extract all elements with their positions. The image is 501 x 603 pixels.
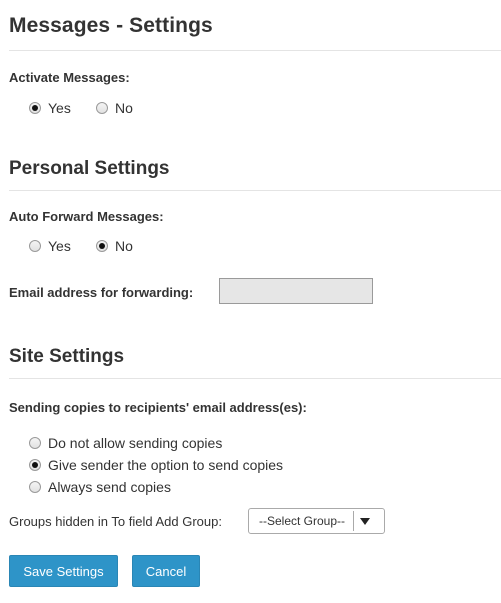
divider: [9, 50, 501, 51]
activate-yes-label: Yes: [48, 100, 71, 116]
cancel-button[interactable]: Cancel: [132, 555, 200, 587]
copies-sender-choice-label: Give sender the option to send copies: [48, 457, 284, 473]
activate-yes-option[interactable]: Yes: [29, 100, 71, 116]
copies-option-none[interactable]: Do not allow sending copies: [29, 435, 222, 451]
email-forward-label: Email address for forwarding:: [9, 285, 194, 300]
groups-hidden-label: Groups hidden in To field Add Group:: [9, 514, 222, 529]
divider: [9, 378, 501, 379]
copies-always-radio[interactable]: [29, 481, 41, 493]
activate-yes-radio[interactable]: [29, 102, 41, 114]
sending-copies-label: Sending copies to recipients' email addr…: [9, 400, 307, 415]
forward-no-label: No: [115, 238, 133, 254]
forward-no-option[interactable]: No: [96, 238, 133, 254]
forward-yes-option[interactable]: Yes: [29, 238, 71, 254]
personal-settings-heading: Personal Settings: [9, 158, 170, 179]
email-forward-input[interactable]: [219, 278, 373, 304]
site-settings-heading: Site Settings: [9, 346, 125, 367]
forward-yes-radio[interactable]: [29, 240, 41, 252]
copies-option-always[interactable]: Always send copies: [29, 479, 171, 495]
auto-forward-label: Auto Forward Messages:: [9, 209, 164, 224]
forward-yes-label: Yes: [48, 238, 71, 254]
group-select-value: --Select Group--: [259, 514, 346, 528]
copies-none-radio[interactable]: [29, 437, 41, 449]
save-settings-button[interactable]: Save Settings: [9, 555, 118, 587]
copies-sender-choice-radio[interactable]: [29, 459, 41, 471]
forward-no-radio[interactable]: [96, 240, 108, 252]
activate-no-radio[interactable]: [96, 102, 108, 114]
divider: [9, 190, 501, 191]
activate-no-option[interactable]: No: [96, 100, 133, 116]
chevron-down-icon[interactable]: [354, 517, 376, 525]
copies-option-sender-choice[interactable]: Give sender the option to send copies: [29, 457, 283, 473]
group-select[interactable]: --Select Group--: [248, 508, 385, 534]
activate-messages-label: Activate Messages:: [9, 70, 130, 85]
page-title: Messages - Settings: [9, 14, 213, 37]
copies-always-label: Always send copies: [48, 479, 171, 495]
copies-none-label: Do not allow sending copies: [48, 435, 223, 451]
activate-no-label: No: [115, 100, 133, 116]
